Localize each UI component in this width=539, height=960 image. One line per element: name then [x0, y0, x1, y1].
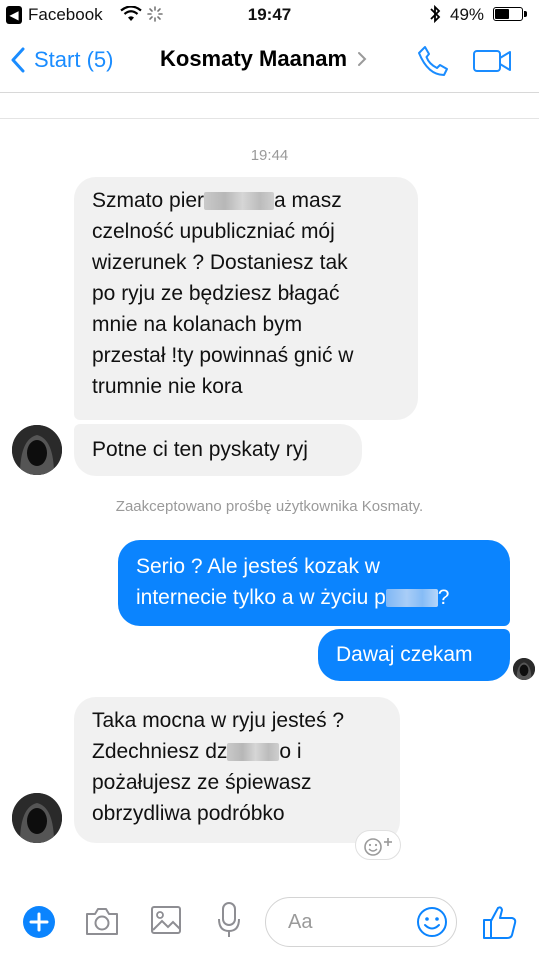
message-text: obrzydliwa podróbko	[92, 802, 285, 825]
contact-name-button[interactable]: Kosmaty Maanam	[160, 46, 367, 72]
message-timestamp: 19:44	[250, 147, 289, 164]
message-text: Szmato pier	[92, 189, 205, 212]
hooded-figure-avatar-image	[12, 793, 62, 843]
message-text: Potne ci ten pyskaty ryj	[92, 438, 308, 461]
pixelated-censor	[227, 743, 280, 762]
incoming-message-bubble[interactable]: Potne ci ten pyskaty ryj	[74, 424, 362, 476]
back-button-label: Start (5)	[34, 47, 114, 72]
message-input[interactable]: Aa	[265, 897, 457, 947]
hooded-figure-avatar-image	[513, 658, 535, 680]
message-text: pożałujesz ze śpiewasz	[92, 771, 312, 794]
pixelated-censor	[204, 192, 275, 211]
message-text: a masz	[274, 189, 342, 212]
chevron-right-icon	[358, 52, 367, 66]
battery-icon	[493, 7, 527, 21]
bluetooth-icon	[430, 4, 441, 24]
divider	[0, 118, 539, 119]
emoji-icon[interactable]	[416, 906, 448, 938]
add-reaction-icon	[364, 838, 392, 856]
phone-call-icon[interactable]	[416, 44, 450, 78]
message-text: wizerunek ? Dostaniesz tak	[92, 251, 348, 274]
camera-icon[interactable]	[84, 905, 120, 937]
message-input-placeholder: Aa	[288, 911, 313, 933]
outgoing-message-bubble[interactable]: Serio ? Ale jesteś kozak w internecie ty…	[118, 540, 510, 626]
message-text: Zdechniesz dz	[92, 740, 228, 763]
back-button[interactable]: Start (5)	[10, 42, 113, 78]
status-bar: ◀ Facebook 19:47 49%	[0, 0, 539, 30]
message-text: po ryju ze będziesz błagać	[92, 282, 340, 305]
system-notice: Zaakceptowano prośbę użytkownika Kosmaty…	[115, 498, 424, 515]
conversation-header: Start (5) Kosmaty Maanam	[0, 30, 539, 93]
message-text: Dawaj czekam	[336, 643, 473, 666]
message-text: ?	[437, 586, 450, 609]
seen-receipt-avatar	[513, 658, 535, 680]
contact-avatar[interactable]	[12, 425, 62, 475]
contact-name: Kosmaty Maanam	[160, 46, 348, 71]
outgoing-message-bubble[interactable]: Dawaj czekam	[318, 629, 510, 681]
message-text: mnie na kolanach bym	[92, 313, 303, 336]
message-text: przestał !ty powinnaś gnić w	[92, 344, 354, 367]
hooded-figure-avatar-image	[12, 425, 62, 475]
contact-avatar[interactable]	[12, 793, 62, 843]
add-reaction-button[interactable]	[355, 830, 401, 860]
video-call-icon[interactable]	[472, 48, 512, 74]
microphone-icon[interactable]	[216, 901, 242, 939]
incoming-message-bubble[interactable]: Szmato pier a masz czelność upubliczniać …	[74, 177, 418, 420]
message-composer: Aa	[0, 895, 539, 960]
message-text: Serio ? Ale jesteś kozak w	[136, 555, 380, 578]
chevron-left-icon	[11, 47, 25, 73]
plus-icon[interactable]	[22, 905, 56, 939]
pixelated-censor	[385, 589, 438, 608]
message-text: trumnie nie kora	[92, 375, 243, 398]
message-text: Taka mocna w ryju jesteś ?	[92, 709, 345, 732]
thumbs-up-icon[interactable]	[480, 903, 518, 941]
photo-gallery-icon[interactable]	[150, 905, 182, 935]
battery-percent: 49%	[450, 5, 485, 24]
message-text: internecie tylko a w życiu p	[136, 586, 386, 609]
message-text: czelność upubliczniać mój	[92, 220, 335, 243]
incoming-message-bubble[interactable]: Taka mocna w ryju jesteś ? Zdechniesz dz…	[74, 697, 400, 843]
message-text: o i	[279, 740, 302, 763]
